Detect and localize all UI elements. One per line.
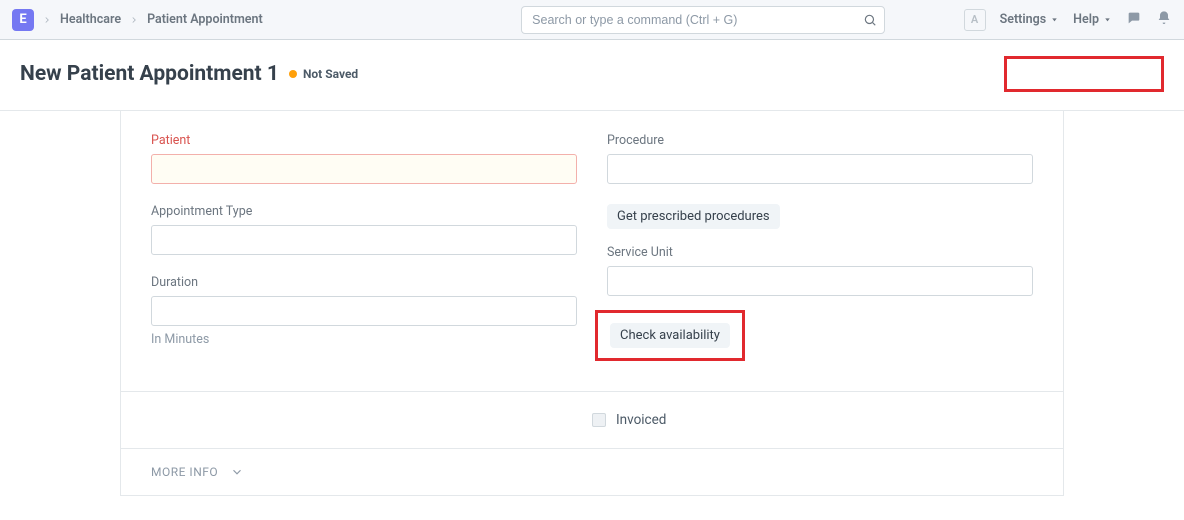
search-input[interactable] [521, 6, 885, 34]
invoiced-checkbox-row[interactable]: Invoiced [592, 412, 1033, 428]
label-duration: Duration [151, 275, 577, 290]
form-col-right: Procedure Get prescribed procedures Serv… [607, 133, 1033, 367]
more-info-label: More Info [151, 465, 218, 479]
navbar-center [341, 6, 885, 34]
check-availability-button[interactable]: Check availability [610, 323, 730, 348]
breadcrumb-healthcare[interactable]: Healthcare [60, 12, 121, 27]
highlight-box-check-availability: Check availability [595, 310, 745, 361]
check-availability-wrap: Check availability [595, 310, 1033, 361]
input-patient[interactable] [151, 154, 577, 184]
checkbox-icon [592, 413, 606, 427]
form-card: Patient Appointment Type Duration In Min… [120, 111, 1064, 496]
field-procedure: Procedure [607, 133, 1033, 184]
form-col-left: Patient Appointment Type Duration In Min… [151, 133, 577, 367]
field-appointment-type: Appointment Type [151, 204, 577, 255]
status-dot-icon [289, 70, 297, 78]
input-procedure[interactable] [607, 154, 1033, 184]
label-appointment-type: Appointment Type [151, 204, 577, 219]
global-search [521, 6, 885, 34]
chevron-right-icon [42, 15, 52, 25]
save-status: Not Saved [289, 67, 358, 81]
chevron-right-icon [129, 15, 139, 25]
more-info-section-toggle[interactable]: More Info [121, 448, 1063, 496]
caret-down-icon [1050, 15, 1059, 24]
status-label: Not Saved [303, 67, 358, 81]
field-service-unit: Service Unit [607, 245, 1033, 296]
get-procedures-wrap: Get prescribed procedures [607, 204, 1033, 229]
page-header: New Patient Appointment 1 Not Saved [0, 40, 1184, 111]
comments-icon[interactable] [1126, 10, 1142, 30]
label-patient: Patient [151, 133, 577, 148]
input-appointment-type[interactable] [151, 225, 577, 255]
bell-icon[interactable] [1156, 10, 1172, 30]
search-icon [863, 13, 877, 27]
help-menu[interactable]: Help [1073, 12, 1112, 27]
breadcrumb-patient-appointment[interactable]: Patient Appointment [147, 12, 263, 27]
navbar-left: E Healthcare Patient Appointment [12, 9, 263, 31]
get-prescribed-procedures-button[interactable]: Get prescribed procedures [607, 204, 780, 229]
user-avatar[interactable]: A [964, 9, 986, 31]
help-label: Help [1073, 12, 1099, 27]
form-section-main: Patient Appointment Type Duration In Min… [121, 111, 1063, 391]
page-title-wrap: New Patient Appointment 1 Not Saved [20, 62, 358, 86]
field-patient: Patient [151, 133, 577, 184]
top-navbar: E Healthcare Patient Appointment A Setti… [0, 0, 1184, 40]
chevron-down-icon [230, 465, 244, 479]
help-duration: In Minutes [151, 332, 577, 347]
highlight-box-header [1004, 56, 1164, 92]
input-service-unit[interactable] [607, 266, 1033, 296]
section-invoiced: Invoiced [121, 391, 1063, 448]
invoiced-label: Invoiced [616, 412, 666, 428]
navbar-right: A Settings Help [964, 9, 1172, 31]
app-logo[interactable]: E [12, 9, 34, 31]
label-service-unit: Service Unit [607, 245, 1033, 260]
field-duration: Duration In Minutes [151, 275, 577, 347]
page-title: New Patient Appointment 1 [20, 62, 279, 86]
caret-down-icon [1103, 15, 1112, 24]
settings-menu[interactable]: Settings [1000, 12, 1060, 27]
input-duration[interactable] [151, 296, 577, 326]
label-procedure: Procedure [607, 133, 1033, 148]
settings-label: Settings [1000, 12, 1047, 27]
